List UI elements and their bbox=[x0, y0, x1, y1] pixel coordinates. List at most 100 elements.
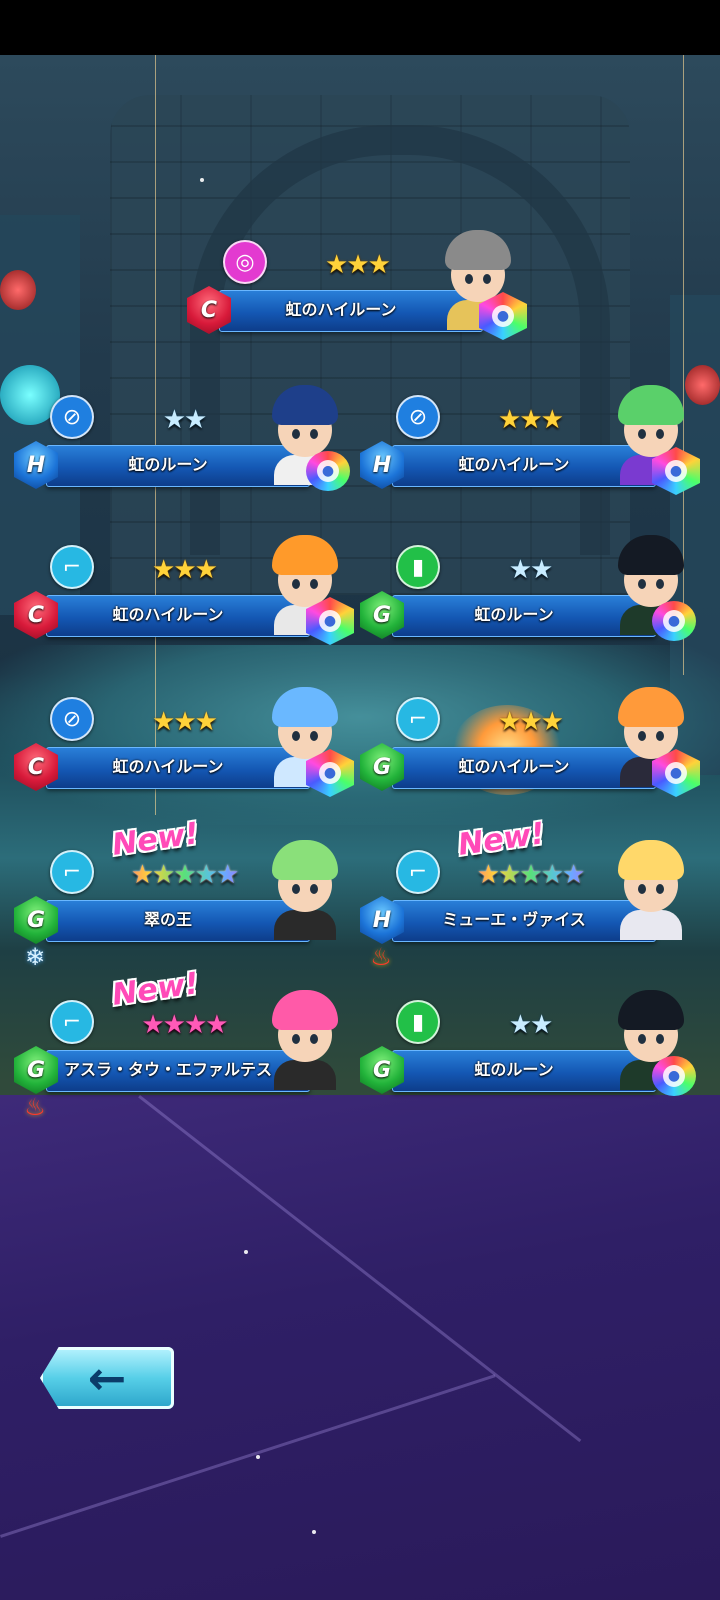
reward-card[interactable]: New! ⌐ ★★★★★ 翠の王 G ❄ bbox=[14, 816, 344, 971]
reward-card[interactable]: ⊘ ★★ 虹のルーン H ● bbox=[14, 385, 350, 515]
portrait-eye bbox=[310, 429, 318, 439]
rune-core-icon: ● bbox=[663, 610, 685, 632]
fire-icon: ♨ bbox=[24, 1093, 46, 1121]
rarity-stars: ★★★ bbox=[325, 250, 391, 280]
portrait-eye bbox=[638, 731, 646, 741]
reward-card[interactable]: New! ⌐ ★★★★ アスラ・タウ・エファルテス G ♨ bbox=[14, 966, 344, 1121]
rune-core-icon: ● bbox=[492, 305, 514, 327]
rarity-stars: ★★★ bbox=[152, 555, 218, 585]
shoe-icon: ⌐ bbox=[50, 545, 94, 589]
reward-card[interactable]: ⊘ ★★★ 虹のハイルーン H ● bbox=[360, 385, 700, 515]
rarity-stars: ★★ bbox=[162, 405, 208, 435]
reward-card[interactable]: ⌐ ★★★ 虹のハイルーン C ● bbox=[14, 535, 354, 665]
reward-card[interactable]: ◎ ★★★ 虹のハイルーン C ● bbox=[187, 230, 527, 360]
reward-name: 虹のルーン bbox=[474, 605, 554, 624]
racket-icon: ⊘ bbox=[50, 395, 94, 439]
portrait-eye bbox=[292, 579, 300, 589]
rune-core-icon: ● bbox=[665, 762, 687, 784]
portrait-hair bbox=[272, 385, 338, 425]
reward-card[interactable]: New! ⌐ ★★★★★ ミューエ・ヴァイス H ♨ bbox=[360, 816, 690, 971]
right-orb bbox=[685, 365, 720, 405]
rune-core-icon: ● bbox=[319, 610, 341, 632]
reward-card[interactable]: ⌐ ★★★ 虹のハイルーン G ● bbox=[360, 687, 700, 817]
portrait-eye bbox=[638, 429, 646, 439]
sparkle bbox=[312, 1530, 316, 1534]
status-bar bbox=[0, 0, 720, 55]
back-button[interactable]: ← bbox=[40, 1347, 174, 1409]
portrait-eye bbox=[310, 1034, 318, 1044]
portrait-eye bbox=[638, 579, 646, 589]
reward-name: 虹のハイルーン bbox=[285, 300, 397, 319]
portrait-body bbox=[274, 910, 336, 940]
rarity-stars: ★★★★★ bbox=[114, 860, 254, 890]
rarity-stars: ★★ bbox=[508, 555, 554, 585]
bottle-icon: ▮ bbox=[396, 1000, 440, 1044]
character-portrait bbox=[264, 980, 346, 1090]
portrait-eye bbox=[638, 884, 646, 894]
portrait-hair bbox=[445, 230, 511, 270]
portrait-eye bbox=[638, 1034, 646, 1044]
rarity-stars: ★★★ bbox=[498, 405, 564, 435]
portrait-eye bbox=[656, 1034, 664, 1044]
swirl-icon: ◎ bbox=[223, 240, 267, 284]
portrait-eye bbox=[656, 429, 664, 439]
reward-name: 虹のルーン bbox=[474, 1060, 554, 1079]
reward-name: 虹のハイルーン bbox=[112, 605, 224, 624]
bottle-icon: ▮ bbox=[396, 545, 440, 589]
portrait-eye bbox=[310, 579, 318, 589]
rainbow-rune-icon: ● bbox=[652, 1056, 696, 1096]
shoe-icon: ⌐ bbox=[50, 850, 94, 894]
portrait-eye bbox=[483, 274, 491, 284]
portrait-hair bbox=[618, 535, 684, 575]
reward-name: 翠の王 bbox=[143, 910, 192, 929]
portrait-eye bbox=[656, 579, 664, 589]
portrait-hair bbox=[618, 385, 684, 425]
reward-name: 虹のルーン bbox=[128, 455, 208, 474]
sparkle bbox=[200, 178, 204, 182]
shoe-icon: ⌐ bbox=[50, 1000, 94, 1044]
reward-name: 虹のハイルーン bbox=[458, 757, 570, 776]
portrait-hair bbox=[272, 840, 338, 880]
portrait-eye bbox=[292, 429, 300, 439]
sparkle bbox=[244, 1250, 248, 1254]
reward-name: ミューエ・ヴァイス bbox=[442, 910, 586, 929]
character-portrait bbox=[264, 830, 346, 940]
rune-core-icon: ● bbox=[663, 1065, 685, 1087]
rarity-stars: ★★★ bbox=[152, 707, 218, 737]
red-orb bbox=[0, 270, 36, 310]
portrait-eye bbox=[465, 274, 473, 284]
portrait-eye bbox=[656, 731, 664, 741]
rarity-stars: ★★★ bbox=[498, 707, 564, 737]
fire-icon: ♨ bbox=[370, 943, 392, 971]
racket-icon: ⊘ bbox=[396, 395, 440, 439]
ice-icon: ❄ bbox=[24, 943, 46, 971]
portrait-eye bbox=[310, 731, 318, 741]
reward-name: 虹のハイルーン bbox=[112, 757, 224, 776]
rune-core-icon: ● bbox=[317, 460, 339, 482]
reward-name: 虹のハイルーン bbox=[458, 455, 570, 474]
portrait-eye bbox=[310, 884, 318, 894]
rarity-stars: ★★★★★ bbox=[460, 860, 600, 890]
rune-core-icon: ● bbox=[665, 460, 687, 482]
shoe-icon: ⌐ bbox=[396, 850, 440, 894]
rarity-stars: ★★★★ bbox=[141, 1010, 228, 1040]
portrait-hair bbox=[272, 535, 338, 575]
portrait-eye bbox=[656, 884, 664, 894]
portrait-eye bbox=[292, 884, 300, 894]
character-portrait bbox=[610, 830, 692, 940]
portrait-body bbox=[620, 910, 682, 940]
reward-name: アスラ・タウ・エファルテス bbox=[63, 1060, 272, 1079]
reward-card[interactable]: ▮ ★★ 虹のルーン G ● bbox=[360, 990, 696, 1120]
rainbow-rune-icon: ● bbox=[652, 601, 696, 641]
reward-card[interactable]: ⊘ ★★★ 虹のハイルーン C ● bbox=[14, 687, 354, 817]
reward-card[interactable]: ▮ ★★ 虹のルーン G ● bbox=[360, 535, 696, 665]
sparkle bbox=[256, 1455, 260, 1459]
portrait-hair bbox=[618, 990, 684, 1030]
racket-icon: ⊘ bbox=[50, 697, 94, 741]
portrait-hair bbox=[618, 687, 684, 727]
portrait-eye bbox=[292, 731, 300, 741]
back-arrow-icon: ← bbox=[87, 1351, 127, 1405]
portrait-eye bbox=[292, 1034, 300, 1044]
portrait-hair bbox=[618, 840, 684, 880]
rarity-stars: ★★ bbox=[508, 1010, 554, 1040]
